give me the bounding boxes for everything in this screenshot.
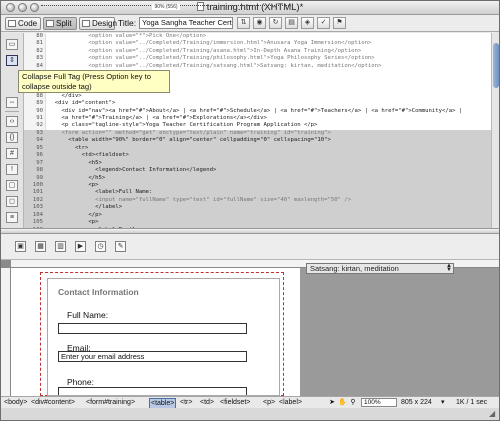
- split-view-button[interactable]: Split: [43, 17, 77, 30]
- insert-date-icon[interactable]: ◷: [95, 241, 106, 252]
- check-browser-icon[interactable]: ⚑: [333, 17, 346, 29]
- full-name-label: Full Name:: [67, 310, 109, 320]
- status-bar: ➤ ✋ ⚲ 100% 805 x 224 ▾ 1K / 1 sec <body>…: [1, 396, 499, 409]
- insert-table-icon[interactable]: ▦: [35, 241, 46, 252]
- code-view-button[interactable]: Code: [5, 17, 41, 30]
- design-view-icon: [82, 20, 90, 27]
- tag-selector-item[interactable]: <div#content>: [31, 397, 75, 408]
- tag-selector-item[interactable]: <label>: [279, 397, 302, 408]
- title-label: Title:: [118, 18, 137, 28]
- insert-media-icon[interactable]: ▶: [75, 241, 86, 252]
- visual-aids-icon[interactable]: ◈: [301, 17, 314, 29]
- insert-div-icon[interactable]: ▥: [55, 241, 66, 252]
- contact-legend: Contact Information: [58, 287, 139, 297]
- email-field[interactable]: Enter your email address: [58, 351, 247, 362]
- zoom-select[interactable]: 100%: [361, 398, 397, 407]
- collapse-full-tag-icon[interactable]: ⇕: [6, 55, 18, 66]
- window-size[interactable]: 805 x 224: [401, 397, 432, 408]
- refresh-icon[interactable]: ↻: [269, 17, 282, 29]
- phone-label: Phone:: [67, 377, 94, 387]
- zoom-tool-icon[interactable]: ⚲: [349, 398, 357, 407]
- tooltip: Collapse Full Tag (Press Option key to c…: [18, 70, 170, 93]
- resize-grip-icon[interactable]: ◢: [489, 409, 495, 418]
- wrap-tag-icon[interactable]: ≡: [6, 212, 18, 223]
- line-numbers-icon[interactable]: #: [6, 148, 18, 159]
- phone-field[interactable]: [58, 387, 247, 395]
- toolbar-divider: [5, 111, 19, 112]
- tag-selector-item[interactable]: <tr>: [180, 397, 192, 408]
- document-toolbar: Code Split Design Title: Yoga Sangha Tea…: [1, 15, 499, 32]
- code-scrollbar[interactable]: [491, 33, 499, 228]
- validate-markup-icon[interactable]: ✓: [317, 17, 330, 29]
- insert-comment-icon[interactable]: ✎: [115, 241, 126, 252]
- open-documents-icon[interactable]: ▭: [6, 39, 18, 50]
- file-management-icon[interactable]: ⇅: [237, 17, 250, 29]
- preview-browser-icon[interactable]: ◉: [253, 17, 266, 29]
- apply-comment-icon[interactable]: ▢: [6, 180, 18, 191]
- view-options-icon[interactable]: ▤: [285, 17, 298, 29]
- tag-selector-item[interactable]: <p>: [263, 397, 275, 408]
- page-title-input[interactable]: Yoga Sangha Teacher Certificat: [139, 17, 233, 29]
- window-bottom: [1, 408, 499, 420]
- highlight-invalid-icon[interactable]: !: [6, 164, 18, 175]
- hand-tool-icon[interactable]: ✋: [338, 398, 347, 407]
- design-background: [300, 268, 499, 396]
- select-tool-icon[interactable]: ➤: [328, 398, 336, 407]
- expand-all-icon[interactable]: ⇔: [6, 97, 18, 108]
- split-view-icon: [46, 20, 54, 27]
- select-arrows-icon: ▲ ▼: [446, 263, 452, 273]
- full-name-field[interactable]: [58, 323, 247, 334]
- design-toolbar: ▣ ▦ ▥ ▶ ◷ ✎: [1, 234, 499, 260]
- design-view-button[interactable]: Design: [79, 17, 117, 30]
- table-width-indicator: 90% (556): [41, 4, 291, 11]
- balance-braces-icon[interactable]: {}: [6, 132, 18, 143]
- remove-comment-icon[interactable]: ◻: [6, 196, 18, 207]
- scroll-thumb[interactable]: [493, 43, 499, 88]
- download-size: 1K / 1 sec: [456, 399, 488, 406]
- tag-selector-item[interactable]: <fieldset>: [220, 397, 250, 408]
- code-view-icon: [8, 20, 16, 27]
- tag-selector-item[interactable]: <body>: [4, 397, 27, 408]
- training-select[interactable]: Satsang: kirtan, meditation ▲ ▼: [306, 263, 454, 274]
- tag-selector-item[interactable]: <td>: [200, 397, 214, 408]
- coding-toolbar: ▭ ⇕ ⇔ ‹› {} # ! ▢ ◻ ≡: [1, 33, 24, 228]
- insert-image-icon[interactable]: ▣: [15, 241, 26, 252]
- window-size-arrow-icon[interactable]: ▾: [441, 397, 445, 408]
- vertical-ruler: [1, 268, 11, 396]
- code-view[interactable]: 80 <option value="*">Pick One</option> 81…: [24, 33, 491, 228]
- select-parent-tag-icon[interactable]: ‹›: [6, 116, 18, 127]
- document-window: training.html (XHTML)* Code Split Design…: [0, 0, 500, 421]
- tag-selector-item[interactable]: <form#training>: [86, 397, 135, 408]
